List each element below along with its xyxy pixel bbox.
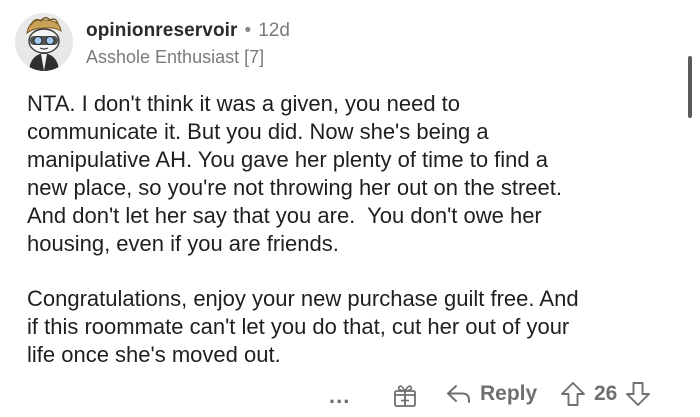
- upvote-arrow-icon: [561, 382, 585, 406]
- scrollbar[interactable]: [688, 56, 692, 118]
- meta-separator: •: [244, 20, 252, 41]
- reply-button[interactable]: Reply: [446, 382, 537, 406]
- comment-paragraph: Congratulations, enjoy your new purchase…: [27, 286, 579, 367]
- avatar[interactable]: [15, 13, 73, 71]
- downvote-button[interactable]: [625, 381, 651, 407]
- vote-controls: 26: [560, 381, 651, 407]
- comment-action-bar: ... Reply 26: [0, 379, 700, 415]
- username-link[interactable]: opinionreservoir: [86, 20, 238, 42]
- comment-age: 12d: [258, 20, 290, 41]
- user-flair: Asshole Enthusiast [7]: [86, 47, 265, 67]
- comment-view: opinionreservoir • 12d Asshole Enthusias…: [0, 0, 700, 417]
- award-gift-icon: [394, 385, 416, 407]
- upvote-button[interactable]: [560, 381, 586, 407]
- more-options-button[interactable]: ...: [329, 383, 350, 409]
- vote-score: 26: [594, 382, 618, 405]
- author-row: opinionreservoir • 12d: [86, 20, 290, 42]
- reply-label: Reply: [480, 382, 538, 405]
- comment-header: opinionreservoir • 12d Asshole Enthusias…: [86, 20, 290, 68]
- reply-arrow-icon: [447, 385, 470, 403]
- comment-body: NTA. I don't think it was a given, you n…: [27, 90, 677, 369]
- snoo-avatar-icon: [15, 13, 73, 71]
- downvote-arrow-icon: [626, 382, 651, 406]
- award-button[interactable]: [392, 382, 418, 408]
- comment-paragraph: NTA. I don't think it was a given, you n…: [27, 91, 562, 256]
